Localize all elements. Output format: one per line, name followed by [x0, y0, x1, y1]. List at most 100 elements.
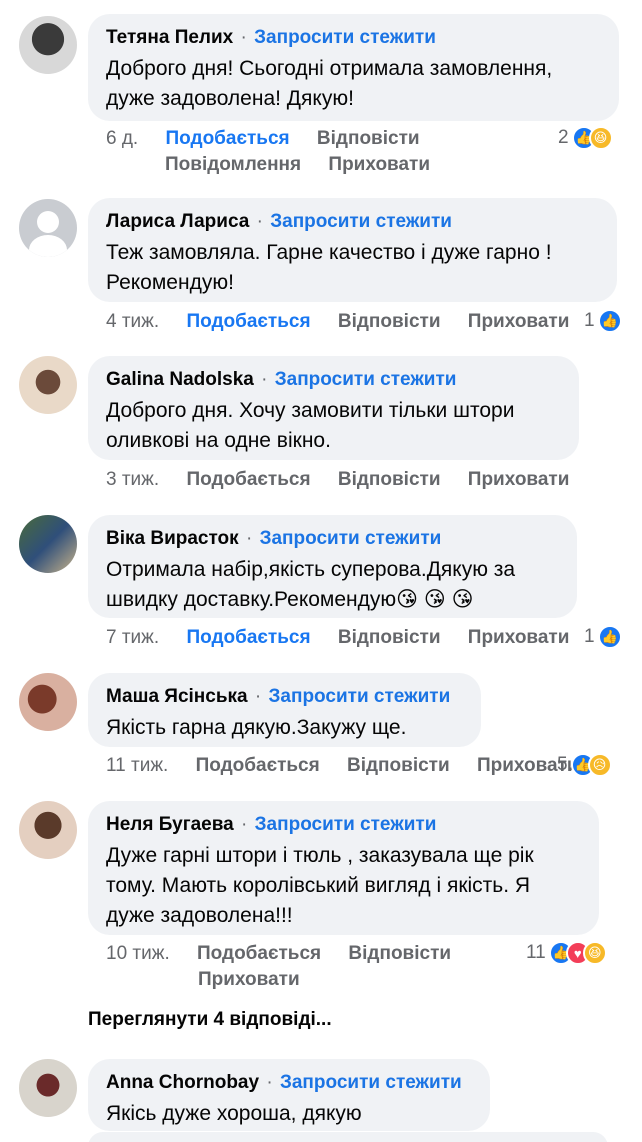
comment-text-line: Теж замовляла. Гарне качество і дуже гар… [106, 241, 552, 264]
like-link[interactable]: Подобається [196, 755, 320, 776]
comment-author[interactable]: Маша Ясінська [106, 686, 248, 707]
reaction-summary[interactable]: 2 👍 😆 [558, 126, 613, 150]
comment-text-line: оливкові на одне вікно. [106, 429, 331, 452]
comment-actions: 3 тиж. Подобається Відповісти Приховати [106, 467, 591, 493]
comment-actions: 11 тиж. Подобається Відповісти Приховати [106, 753, 579, 779]
hide-link[interactable]: Приховати [468, 469, 570, 490]
avatar[interactable] [19, 1059, 77, 1117]
follow-link[interactable]: Запросити стежити [260, 528, 442, 549]
like-link[interactable]: Подобається [197, 943, 321, 964]
like-link[interactable]: Подобається [186, 469, 310, 490]
comment-actions-row2: Приховати [198, 967, 322, 993]
comment-text: Доброго дня! Сьогодні отримала замовленн… [106, 54, 601, 114]
message-link[interactable]: Повідомлення [165, 154, 301, 175]
view-replies-link[interactable]: Переглянути 4 відповіді... [88, 1009, 332, 1031]
comment-text-line: Доброго дня! Сьогодні отримала замовленн… [106, 57, 553, 80]
comment-text-line: тому. Мають королівський вигляд і якість… [106, 874, 531, 897]
reaction-count: 11 [526, 942, 546, 963]
separator: · [266, 1072, 273, 1093]
comment-text-line: дуже задоволена!!! [106, 904, 293, 927]
comment-text-line: Дуже гарні штори і тюль , заказувала ще … [106, 844, 534, 867]
avatar[interactable] [19, 199, 77, 257]
reply-link[interactable]: Відповісти [317, 128, 420, 149]
haha-icon: 😆 [588, 126, 613, 150]
comment-text-line: Якість гарна дякую.Закужу ще. [106, 716, 407, 739]
comment-text-line: Якісь дуже хороша, дякую [106, 1102, 362, 1125]
reaction-summary[interactable]: 5 👍 😥 [557, 753, 612, 777]
haha-icon: 😆 [582, 941, 607, 965]
comment-text-line: Рекомендую! [106, 271, 234, 294]
hide-link[interactable]: Приховати [468, 311, 570, 332]
separator: · [256, 211, 263, 232]
comment-bubble: Неля Бугаева · Запросити стежити Дуже га… [88, 801, 599, 935]
comment-text-line: дуже задоволена! Дякую! [106, 87, 354, 110]
comment-bubble: Маша Ясінська · Запросити стежити Якість… [88, 673, 481, 747]
separator: · [245, 528, 253, 549]
reply-link[interactable]: Відповісти [338, 469, 441, 490]
follow-link[interactable]: Запросити стежити [280, 1072, 462, 1093]
follow-link[interactable]: Запросити стежити [255, 814, 437, 835]
like-link[interactable]: Подобається [166, 128, 290, 149]
separator: · [254, 686, 262, 707]
hide-link[interactable]: Приховати [328, 154, 430, 175]
comment-text: Доброго дня. Хочу замовити тільки штори … [106, 396, 561, 456]
comment-actions: 7 тиж. Подобається Відповісти Приховати [106, 625, 573, 651]
avatar[interactable] [19, 673, 77, 731]
avatar[interactable] [19, 356, 77, 414]
reaction-count: 1 [584, 310, 595, 331]
timestamp[interactable]: 11 тиж. [106, 755, 168, 776]
follow-link[interactable]: Запросити стежити [270, 211, 452, 232]
reply-link[interactable]: Відповісти [338, 627, 441, 648]
like-icon: 👍 [597, 625, 622, 649]
follow-link[interactable]: Запросити стежити [254, 27, 436, 48]
avatar[interactable] [19, 515, 77, 573]
timestamp[interactable]: 10 тиж. [106, 943, 170, 964]
comment-author[interactable]: Лариса Лариса [106, 211, 249, 232]
timestamp[interactable]: 6 д. [106, 128, 138, 149]
separator: · [241, 814, 248, 835]
follow-link[interactable]: Запросити стежити [269, 686, 451, 707]
comment-text-line: Доброго дня. Хочу замовити тільки штори [106, 399, 515, 422]
comment-text: Теж замовляла. Гарне качество і дуже гар… [106, 238, 599, 298]
comment-author[interactable]: Неля Бугаева [106, 814, 234, 835]
comment-text: Якісь дуже хороша, дякую [106, 1099, 472, 1129]
avatar[interactable] [19, 16, 77, 74]
like-icon: 👍 [597, 309, 622, 333]
sad-icon: 😥 [587, 753, 612, 777]
comment-text: Якість гарна дякую.Закужу ще. [106, 713, 463, 743]
comment-bubble: Anna Chornobay · Запросити стежити Якісь… [88, 1059, 490, 1131]
separator: · [261, 369, 268, 390]
comment-author[interactable]: Galina Nadolska [106, 369, 254, 390]
follow-link[interactable]: Запросити стежити [275, 369, 457, 390]
timestamp[interactable]: 4 тиж. [106, 311, 159, 332]
reply-link[interactable]: Відповісти [348, 943, 451, 964]
comment-bubble: Лариса Лариса · Запросити стежити Теж за… [88, 198, 617, 302]
timestamp[interactable]: 3 тиж. [106, 469, 159, 490]
comment-actions: 6 д. Подобається Відповісти [106, 126, 442, 152]
timestamp[interactable]: 7 тиж. [106, 627, 159, 648]
comment-author[interactable]: Тетяна Пелих [106, 27, 233, 48]
separator: · [240, 27, 247, 48]
comment-author[interactable]: Anna Chornobay [106, 1072, 259, 1093]
hide-link[interactable]: Приховати [198, 969, 300, 990]
reaction-summary[interactable]: 1 👍 [584, 625, 622, 649]
comment-text: Дуже гарні штори і тюль , заказувала ще … [106, 841, 581, 931]
like-link[interactable]: Подобається [186, 311, 310, 332]
reply-link[interactable]: Відповісти [347, 755, 450, 776]
comment-text: Отримала набір,якість суперова.Дякую за … [106, 555, 559, 615]
avatar[interactable] [19, 801, 77, 859]
comment-bubble-partial [88, 1132, 608, 1142]
hide-link[interactable]: Приховати [468, 627, 570, 648]
comment-author[interactable]: Віка Вирасток [106, 528, 239, 549]
comment-bubble: Віка Вирасток · Запросити стежити Отрима… [88, 515, 577, 618]
default-avatar-icon [37, 211, 59, 233]
reaction-summary[interactable]: 11 👍 ♥ 😆 [526, 941, 607, 965]
comment-bubble: Тетяна Пелих · Запросити стежити Доброго… [88, 14, 619, 121]
reply-link[interactable]: Відповісти [338, 311, 441, 332]
reaction-summary[interactable]: 1 👍 [584, 309, 622, 333]
reaction-count: 5 [557, 754, 568, 775]
comment-actions-row2: Повідомлення Приховати [165, 152, 452, 178]
reaction-count: 2 [558, 127, 569, 148]
default-avatar-body [29, 235, 67, 257]
like-link[interactable]: Подобається [186, 627, 310, 648]
